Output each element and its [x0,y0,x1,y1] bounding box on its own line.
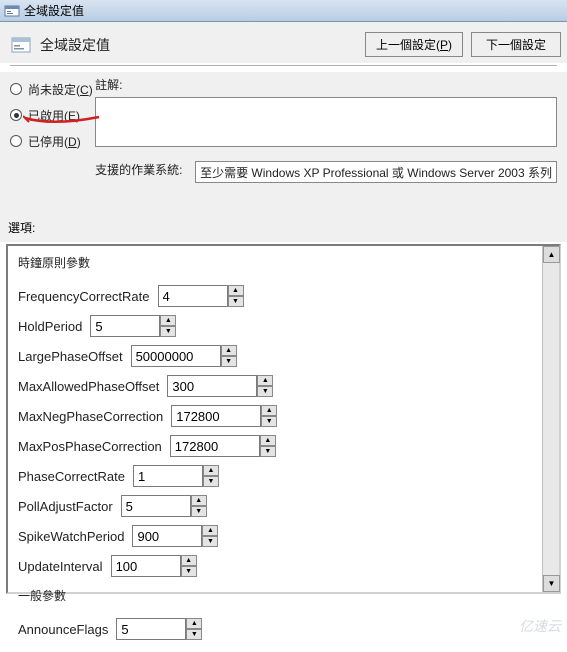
spinner-input[interactable] [171,405,261,427]
prev-setting-button[interactable]: 上一個設定(P) [365,32,463,57]
spin-down-button[interactable]: ▼ [181,566,197,577]
divider [10,65,557,66]
spin-up-button[interactable]: ▲ [257,375,273,386]
spin-down-button[interactable]: ▼ [260,446,276,457]
spin-up-button[interactable]: ▲ [261,405,277,416]
policy-icon [10,34,32,56]
scrollbar[interactable]: ▲ ▼ [542,246,559,592]
spin-down-button[interactable]: ▼ [202,536,218,547]
spinner-input[interactable] [170,435,260,457]
spinner-input[interactable] [133,465,203,487]
param-row-SpikeWatchPeriod: SpikeWatchPeriod ▲ ▼ [18,521,532,551]
param-row-PhaseCorrectRate: PhaseCorrectRate ▲ ▼ [18,461,532,491]
spin-up-button[interactable]: ▲ [191,495,207,506]
param-label: MaxNegPhaseCorrection [18,409,163,424]
param-row-MaxAllowedPhaseOffset: MaxAllowedPhaseOffset ▲ ▼ [18,371,532,401]
param-row-MaxNegPhaseCorrection: MaxNegPhaseCorrection ▲ ▼ [18,401,532,431]
param-row-PollAdjustFactor: PollAdjustFactor ▲ ▼ [18,491,532,521]
spin-down-button[interactable]: ▼ [160,326,176,337]
spin-up-button[interactable]: ▲ [202,525,218,536]
spin-up-button[interactable]: ▲ [160,315,176,326]
radio-icon [10,109,22,121]
spinner-input[interactable] [158,285,228,307]
spin-up-button[interactable]: ▲ [228,285,244,296]
param-row-MaxPosPhaseCorrection: MaxPosPhaseCorrection ▲ ▼ [18,431,532,461]
param-label: UpdateInterval [18,559,103,574]
spin-down-button[interactable]: ▼ [203,476,219,487]
spin-down-button[interactable]: ▼ [257,386,273,397]
spin-up-button[interactable]: ▲ [260,435,276,446]
param-row-AnnounceFlags: AnnounceFlags ▲ ▼ [18,614,532,644]
spin-up-button[interactable]: ▲ [221,345,237,356]
param-label: FrequencyCorrectRate [18,289,150,304]
spin-down-button[interactable]: ▼ [186,629,202,640]
window-titlebar: 全域設定值 [0,0,567,22]
spinner-MaxNegPhaseCorrection: ▲ ▼ [171,405,277,427]
comment-textarea[interactable] [95,97,557,147]
spin-down-button[interactable]: ▼ [261,416,277,427]
spin-down-button[interactable]: ▼ [191,506,207,517]
spinner-PhaseCorrectRate: ▲ ▼ [133,465,219,487]
spinner-input[interactable] [111,555,181,577]
spinner-input[interactable] [116,618,186,640]
header: 全域設定值 上一個設定(P) 下一個設定 [0,22,567,63]
spinner-AnnounceFlags: ▲ ▼ [116,618,202,640]
spin-up-button[interactable]: ▲ [181,555,197,566]
spinner-LargePhaseOffset: ▲ ▼ [131,345,237,367]
spin-down-button[interactable]: ▼ [221,356,237,367]
supported-os-value: 至少需要 Windows XP Professional 或 Windows S… [195,161,557,183]
section-clock-policy: 時鐘原則參數 [18,254,532,271]
param-label: MaxPosPhaseCorrection [18,439,162,454]
radio-enabled[interactable]: 已啟用(E) [10,102,95,128]
next-setting-button[interactable]: 下一個設定 [471,32,561,57]
spinner-HoldPeriod: ▲ ▼ [90,315,176,337]
options-heading: 選項: [0,189,567,242]
spinner-FrequencyCorrectRate: ▲ ▼ [158,285,244,307]
param-label: MaxAllowedPhaseOffset [18,379,159,394]
param-label: PhaseCorrectRate [18,469,125,484]
radio-disabled[interactable]: 已停用(D) [10,128,95,154]
spinner-MaxAllowedPhaseOffset: ▲ ▼ [167,375,273,397]
spin-up-button[interactable]: ▲ [203,465,219,476]
param-label: HoldPeriod [18,319,82,334]
param-row-LargePhaseOffset: LargePhaseOffset ▲ ▼ [18,341,532,371]
options-panel: 時鐘原則參數 FrequencyCorrectRate ▲ ▼ HoldPeri… [6,244,561,594]
app-icon [4,3,20,19]
spinner-input[interactable] [167,375,257,397]
param-label: AnnounceFlags [18,622,108,637]
radio-icon [10,135,22,147]
supported-os-label: 支援的作業系統: [95,161,195,178]
section-general: 一般參數 [18,587,532,604]
param-label: SpikeWatchPeriod [18,529,124,544]
upper-panel: 尚未設定(C) 已啟用(E) 已停用(D) 註解: 支援的作業系統: 至少需要 … [0,72,567,189]
spinner-input[interactable] [121,495,191,517]
spinner-SpikeWatchPeriod: ▲ ▼ [132,525,218,547]
window-title: 全域設定值 [24,2,84,19]
scroll-down-button[interactable]: ▼ [543,575,560,592]
radio-not-configured[interactable]: 尚未設定(C) [10,76,95,102]
param-label: PollAdjustFactor [18,499,113,514]
spinner-PollAdjustFactor: ▲ ▼ [121,495,207,517]
param-label: LargePhaseOffset [18,349,123,364]
comment-label: 註解: [95,72,557,93]
page-title: 全域設定值 [40,35,110,55]
spinner-input[interactable] [132,525,202,547]
param-row-HoldPeriod: HoldPeriod ▲ ▼ [18,311,532,341]
state-radio-group: 尚未設定(C) 已啟用(E) 已停用(D) [10,72,95,183]
spinner-input[interactable] [90,315,160,337]
spinner-input[interactable] [131,345,221,367]
radio-icon [10,83,22,95]
param-row-UpdateInterval: UpdateInterval ▲ ▼ [18,551,532,581]
scroll-up-button[interactable]: ▲ [543,246,560,263]
spin-up-button[interactable]: ▲ [186,618,202,629]
spinner-MaxPosPhaseCorrection: ▲ ▼ [170,435,276,457]
param-row-FrequencyCorrectRate: FrequencyCorrectRate ▲ ▼ [18,281,532,311]
spin-down-button[interactable]: ▼ [228,296,244,307]
spinner-UpdateInterval: ▲ ▼ [111,555,197,577]
